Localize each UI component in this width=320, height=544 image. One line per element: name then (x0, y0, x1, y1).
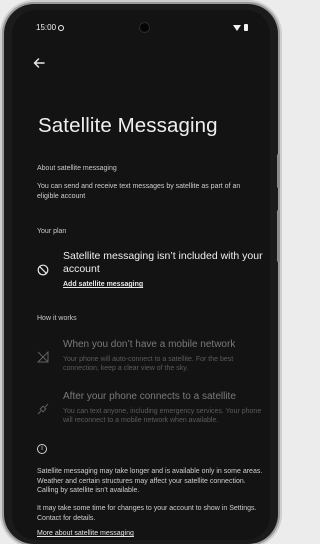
info-icon: i (37, 444, 47, 454)
status-time-text: 15:00 (36, 23, 57, 32)
page-title: Satellite Messaging (38, 114, 218, 137)
status-bar: 15:00 (12, 23, 270, 37)
account-changes-note: It may take some time for changes to you… (37, 505, 257, 522)
add-satellite-messaging-link[interactable]: Add satellite messaging (63, 281, 143, 288)
signal-off-icon (37, 351, 49, 363)
plan-heading: Your plan (37, 228, 67, 235)
feature-title-connected: After your phone connects to a satellite (63, 391, 236, 402)
about-heading: About satellite messaging (37, 165, 117, 172)
about-text: You can send and receive text messages b… (37, 183, 241, 200)
block-icon (37, 264, 49, 276)
system-icons (233, 24, 248, 31)
screen: 15:00 Satellite Messaging About satellit… (12, 10, 270, 540)
volume-button (277, 154, 280, 188)
satellite-icon (37, 403, 49, 415)
battery-icon (244, 24, 248, 31)
feature-desc-no-network: Your phone will auto-connect to a satell… (63, 356, 234, 372)
limitations-note: Satellite messaging may take longer and … (37, 468, 263, 494)
plan-status-text: Satellite messaging isn’t included with … (63, 250, 263, 275)
alarm-icon (58, 25, 65, 31)
phone-frame: 15:00 Satellite Messaging About satellit… (4, 4, 280, 544)
feature-title-no-network: When you don’t have a mobile network (63, 339, 236, 350)
wifi-icon (233, 24, 241, 31)
status-time: 15:00 (36, 23, 65, 32)
how-heading: How it works (37, 315, 77, 322)
power-button (277, 210, 280, 262)
feature-desc-connected: You can text anyone, including emergency… (63, 408, 262, 424)
back-arrow-icon[interactable] (32, 56, 46, 70)
more-about-satellite-link[interactable]: More about satellite messaging (37, 530, 134, 537)
front-camera (140, 23, 149, 32)
